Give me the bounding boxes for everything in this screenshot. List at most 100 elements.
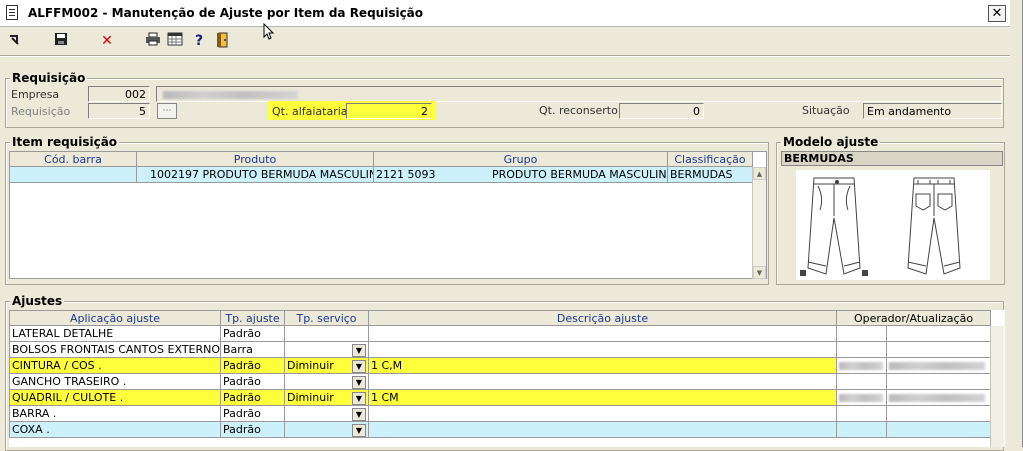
cell-aplicacao[interactable]: COXA . [9, 421, 221, 438]
chevron-down-icon[interactable]: ▼ [352, 359, 366, 373]
toolbar-divider [0, 55, 1010, 57]
cell-atualizacao [886, 373, 991, 390]
table-row[interactable]: BARRA . Padrão ▼ [9, 405, 991, 422]
cancel-icon[interactable]: ✕ [98, 32, 116, 50]
calendar-icon[interactable] [166, 32, 184, 50]
table-row[interactable]: COXA . Padrão ▼ [9, 421, 991, 438]
requisicao-field[interactable]: 5 [88, 103, 150, 119]
cell-operador [836, 389, 887, 406]
ajustes-table: Aplicação ajuste Tp. ajuste Tp. serviço … [9, 310, 991, 438]
window-title: ALFFM002 - Manutenção de Ajuste por Item… [28, 6, 424, 20]
col-produto[interactable]: Produto [136, 151, 374, 167]
print-icon[interactable] [144, 32, 162, 50]
cell-descricao[interactable] [368, 421, 837, 438]
cell-descricao[interactable]: 1 C,M [368, 357, 837, 374]
chevron-down-icon[interactable]: ▼ [352, 391, 366, 405]
cell-tp-servico[interactable]: ▼ [284, 341, 369, 358]
col-aplicacao-ajuste[interactable]: Aplicação ajuste [9, 310, 221, 326]
modelo-ajuste-title: Modelo ajuste [781, 135, 881, 149]
cell-descricao[interactable] [368, 405, 837, 422]
close-button[interactable]: ✕ [988, 5, 1006, 22]
item-table-header: Cód. barra Produto Grupo Classificação [9, 151, 753, 167]
col-operador-atualizacao[interactable]: Operador/Atualização [836, 310, 991, 326]
cell-operador [836, 341, 887, 358]
redacted-text [889, 393, 985, 402]
cell-tp-servico[interactable]: Diminuir ▼ [284, 357, 369, 374]
col-classificacao[interactable]: Classificação [667, 151, 753, 167]
table-row[interactable]: CINTURA / COS . Padrão Diminuir ▼ 1 C,M [9, 357, 991, 374]
modelo-name: BERMUDAS [781, 151, 1003, 166]
table-row[interactable]: BOLSOS FRONTAIS CANTOS EXTERNOS Barra ▼ [9, 341, 991, 358]
cell-tp-servico[interactable]: ▼ [284, 421, 369, 438]
redacted-text [839, 361, 883, 370]
cell-atualizacao [886, 325, 991, 342]
qt-alfaiataria-field[interactable]: 2 [346, 103, 432, 119]
chevron-down-icon[interactable]: ▼ [352, 375, 366, 389]
item-table: Cód. barra Produto Grupo Classificação 1… [9, 151, 753, 183]
qt-reconserto-field[interactable]: 0 [619, 103, 704, 119]
col-tp-servico[interactable]: Tp. serviço [284, 310, 369, 326]
ajustes-scrollbar[interactable] [990, 326, 1004, 447]
redacted-text [889, 361, 985, 370]
cell-tp-servico[interactable]: ▼ [284, 405, 369, 422]
item-requisicao-title: Item requisição [10, 135, 120, 149]
table-row[interactable]: 1002197 PRODUTO BERMUDA MASCULINA P 2121… [9, 166, 753, 183]
cell-aplicacao[interactable]: BOLSOS FRONTAIS CANTOS EXTERNOS [9, 341, 221, 358]
cell-grupo[interactable]: 2121 5093 PRODUTO BERMUDA MASCULINA [373, 166, 668, 183]
scroll-up-icon[interactable]: ▲ [753, 167, 766, 180]
cell-aplicacao[interactable]: QUADRIL / CULOTE . [9, 389, 221, 406]
exit-icon[interactable] [6, 32, 24, 50]
col-tp-ajuste[interactable]: Tp. ajuste [220, 310, 285, 326]
chevron-down-icon[interactable]: ▼ [352, 423, 366, 437]
table-row[interactable]: LATERAL DETALHE Padrão [9, 325, 991, 342]
col-cod-barra[interactable]: Cód. barra [9, 151, 137, 167]
situacao-field: Em andamento [863, 103, 1002, 119]
cell-tp-servico[interactable]: ▼ [284, 373, 369, 390]
bermuda-illustration [796, 170, 990, 280]
cell-tp-ajuste[interactable]: Padrão [220, 405, 285, 422]
col-grupo[interactable]: Grupo [373, 151, 668, 167]
cell-descricao[interactable] [368, 325, 837, 342]
situacao-label: Situação [802, 104, 850, 117]
cell-cod-barra[interactable] [9, 166, 137, 183]
chevron-down-icon[interactable]: ▼ [352, 343, 366, 357]
cell-atualizacao [886, 405, 991, 422]
cell-operador [836, 373, 887, 390]
empresa-label: Empresa [11, 88, 60, 101]
cell-tp-ajuste[interactable]: Barra [220, 341, 285, 358]
requisicao-lookup-button[interactable]: ⋯ [157, 103, 177, 119]
ajustes-table-header: Aplicação ajuste Tp. ajuste Tp. serviço … [9, 310, 991, 326]
cell-operador [836, 357, 887, 374]
col-descricao-ajuste[interactable]: Descrição ajuste [368, 310, 837, 326]
empresa-field[interactable]: 002 [88, 86, 150, 102]
cell-aplicacao[interactable]: GANCHO TRASEIRO . [9, 373, 221, 390]
cell-operador [836, 325, 887, 342]
cell-tp-ajuste[interactable]: Padrão [220, 357, 285, 374]
cell-descricao[interactable] [368, 341, 837, 358]
cell-tp-ajuste[interactable]: Padrão [220, 389, 285, 406]
cell-aplicacao[interactable]: CINTURA / COS . [9, 357, 221, 374]
grupo-code: 2121 5093 [376, 168, 436, 181]
table-row[interactable]: GANCHO TRASEIRO . Padrão ▼ [9, 373, 991, 390]
chevron-down-icon[interactable]: ▼ [352, 407, 366, 421]
cell-descricao[interactable] [368, 373, 837, 390]
cell-descricao[interactable]: 1 CM [368, 389, 837, 406]
cell-tp-servico[interactable] [284, 325, 369, 342]
cell-tp-ajuste[interactable]: Padrão [220, 325, 285, 342]
qt-alfaiataria-label: Qt. alfaiataria [272, 105, 348, 118]
cell-tp-servico[interactable]: Diminuir ▼ [284, 389, 369, 406]
cell-operador [836, 421, 887, 438]
scroll-down-icon[interactable]: ▼ [753, 266, 766, 279]
cell-produto[interactable]: 1002197 PRODUTO BERMUDA MASCULINA P [136, 166, 374, 183]
cell-tp-ajuste[interactable]: Padrão [220, 373, 285, 390]
help-icon[interactable]: ? [190, 32, 208, 50]
table-row[interactable]: QUADRIL / CULOTE . Padrão Diminuir ▼ 1 CM [9, 389, 991, 406]
cell-aplicacao[interactable]: BARRA . [9, 405, 221, 422]
door-icon[interactable] [214, 32, 232, 50]
cell-tp-ajuste[interactable]: Padrão [220, 421, 285, 438]
requisicao-title: Requisição [10, 71, 88, 85]
save-icon[interactable] [52, 32, 70, 50]
cell-aplicacao[interactable]: LATERAL DETALHE [9, 325, 221, 342]
cell-classificacao[interactable]: BERMUDAS [667, 166, 753, 183]
item-scrollbar[interactable]: ▲ ▼ [752, 167, 766, 279]
